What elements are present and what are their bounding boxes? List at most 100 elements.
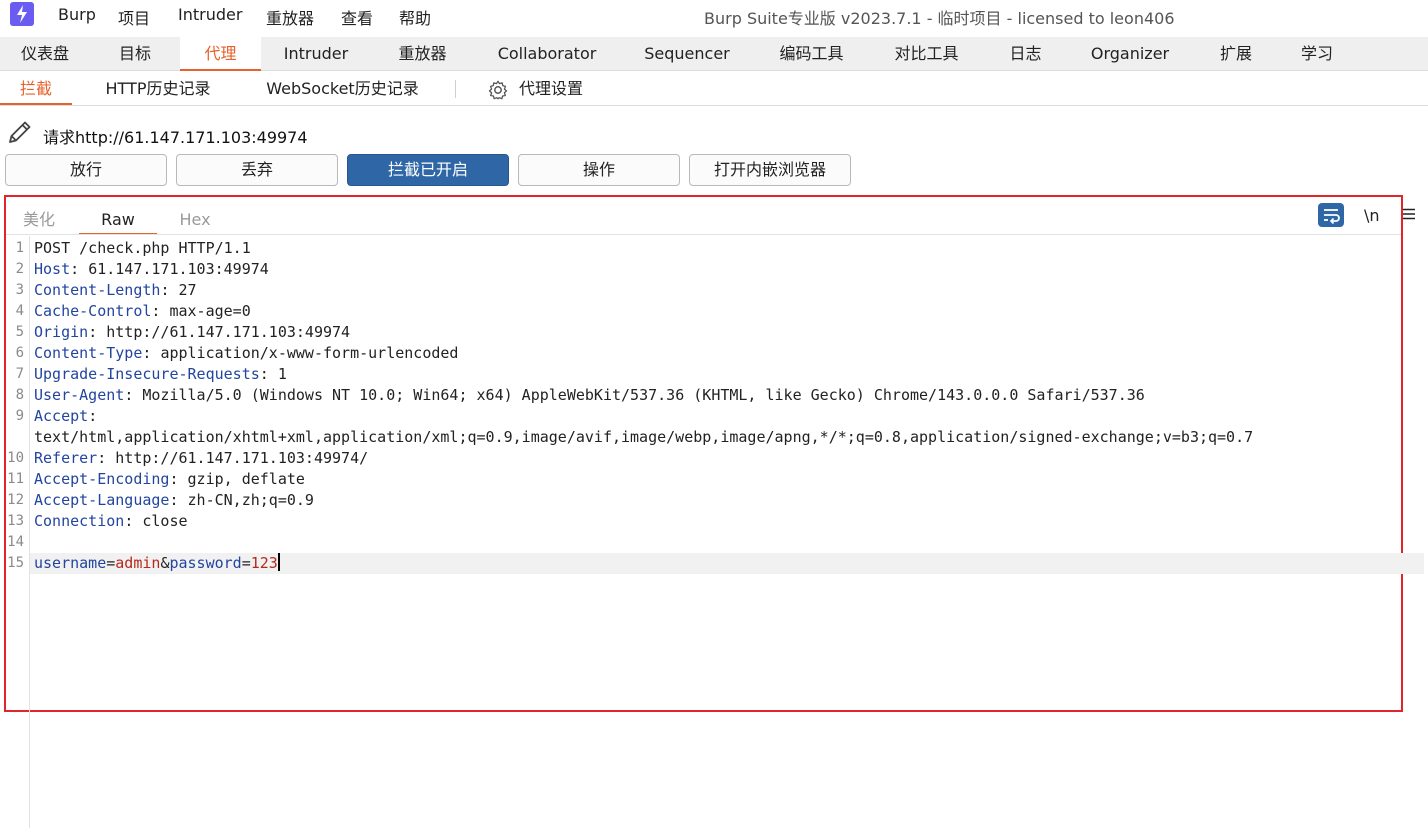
header-name: Content-Type [34, 344, 143, 362]
tab-collaborator[interactable]: Collaborator [474, 37, 620, 71]
tab-comparer[interactable]: 对比工具 [869, 37, 984, 71]
header-line: Cache-Control: max-age=0 [34, 302, 251, 320]
header-line: User-Agent: Mozilla/5.0 (Windows NT 10.0… [34, 386, 1145, 404]
tab-learn[interactable]: 学习 [1279, 37, 1355, 71]
tab-raw[interactable]: Raw [79, 209, 157, 235]
burp-logo-icon [10, 2, 34, 26]
subtab-intercept[interactable]: 拦截 [0, 72, 72, 105]
header-name: Content-Length [34, 281, 161, 299]
line-number: 13 [7, 513, 24, 529]
hamburger-menu-icon[interactable] [1402, 207, 1416, 221]
tab-hex[interactable]: Hex [176, 209, 214, 235]
header-value: close [142, 512, 188, 530]
line-number: 6 [15, 345, 24, 361]
line-number: 11 [7, 471, 24, 487]
header-name: Connection [34, 512, 125, 530]
param-name: username [34, 554, 107, 572]
header-line: Content-Type: application/x-www-form-url… [34, 344, 459, 362]
header-value: http://61.147.171.103:49974/ [115, 449, 369, 467]
tab-organizer[interactable]: Organizer [1067, 37, 1193, 71]
header-line: Referer: http://61.147.171.103:49974/ [34, 449, 369, 467]
tab-logger[interactable]: 日志 [984, 37, 1067, 71]
subtab-websocket-history[interactable]: WebSocket历史记录 [250, 72, 435, 105]
body-line: username=admin&password=123 [34, 553, 280, 572]
divider [6, 234, 1401, 235]
header-name: Accept-Language [34, 491, 170, 509]
header-name: Host [34, 260, 71, 278]
header-value: 1 [277, 365, 287, 383]
line-number: 3 [15, 282, 24, 298]
tab-dashboard[interactable]: 仪表盘 [0, 37, 90, 71]
subtab-http-history[interactable]: HTTP历史记录 [92, 72, 224, 105]
proxy-settings-link[interactable]: 代理设置 [516, 72, 586, 105]
param-name: password [169, 554, 242, 572]
header-value: gzip, deflate [187, 470, 305, 488]
header-continuation: text/html,application/xhtml+xml,applicat… [34, 428, 1254, 446]
header-line: Accept: [34, 407, 98, 425]
tab-decoder[interactable]: 编码工具 [754, 37, 869, 71]
header-value: 27 [178, 281, 197, 299]
header-value: Mozilla/5.0 (Windows NT 10.0; Win64; x64… [142, 386, 1145, 404]
line-number: 7 [15, 366, 24, 382]
gear-icon[interactable] [487, 79, 509, 101]
tab-proxy[interactable]: 代理 [180, 37, 261, 71]
window-title: Burp Suite专业版 v2023.7.1 - 临时项目 - license… [704, 9, 1175, 28]
divider [455, 80, 456, 98]
header-line: Accept-Language: zh-CN,zh;q=0.9 [34, 491, 314, 509]
action-button[interactable]: 操作 [518, 154, 680, 186]
header-value: 61.147.171.103:49974 [88, 260, 269, 278]
request-target-label: 请求http://61.147.171.103:49974 [43, 128, 308, 147]
line-number: 10 [7, 450, 24, 466]
line-number: 4 [15, 303, 24, 319]
line-number: 1 [15, 240, 24, 256]
gutter-divider [29, 236, 30, 828]
tab-pretty[interactable]: 美化 [20, 209, 58, 235]
show-newlines-toggle[interactable]: \n [1364, 206, 1380, 225]
pencil-icon [9, 121, 31, 143]
tab-intruder[interactable]: Intruder [261, 37, 371, 71]
proxy-sub-tab-bar: 拦截 HTTP历史记录 WebSocket历史记录 代理设置 [0, 72, 1428, 106]
forward-button[interactable]: 放行 [5, 154, 167, 186]
line-number: 14 [7, 534, 24, 550]
param-value: admin [115, 554, 161, 572]
header-name: Cache-Control [34, 302, 152, 320]
header-name: Origin [34, 323, 89, 341]
header-line: Connection: close [34, 512, 188, 530]
request-line: POST /check.php HTTP/1.1 [34, 239, 251, 257]
header-value: zh-CN,zh;q=0.9 [187, 491, 314, 509]
line-number: 8 [15, 387, 24, 403]
menu-item-help[interactable]: 帮助 [399, 5, 431, 29]
header-name: Accept [34, 407, 89, 425]
tab-extensions[interactable]: 扩展 [1193, 37, 1279, 71]
header-line: Upgrade-Insecure-Requests: 1 [34, 365, 287, 383]
tab-repeater[interactable]: 重放器 [371, 37, 474, 71]
text-caret [277, 553, 280, 571]
menu-item-project[interactable]: 项目 [118, 5, 150, 29]
line-number: 5 [15, 324, 24, 340]
header-value: application/x-www-form-urlencoded [160, 344, 459, 362]
header-value: http://61.147.171.103:49974 [106, 323, 351, 341]
open-browser-button[interactable]: 打开内嵌浏览器 [689, 154, 851, 186]
menu-item-view[interactable]: 查看 [341, 5, 373, 29]
tab-target[interactable]: 目标 [90, 37, 180, 71]
word-wrap-icon[interactable] [1318, 203, 1344, 227]
menu-item-burp[interactable]: Burp [58, 5, 96, 24]
header-name: User-Agent [34, 386, 125, 404]
header-name: Accept-Encoding [34, 470, 170, 488]
header-value: max-age=0 [169, 302, 251, 320]
header-line: Accept-Encoding: gzip, deflate [34, 470, 305, 488]
menu-item-intruder[interactable]: Intruder [178, 5, 242, 24]
menu-item-repeater[interactable]: 重放器 [266, 5, 314, 29]
intercept-toggle-button[interactable]: 拦截已开启 [347, 154, 509, 186]
line-number: 12 [7, 492, 24, 508]
main-tab-bar: 仪表盘 目标 代理 Intruder 重放器 Collaborator Sequ… [0, 37, 1428, 71]
tab-sequencer[interactable]: Sequencer [620, 37, 754, 71]
line-number: 15 [7, 555, 24, 571]
header-name: Referer [34, 449, 98, 467]
drop-button[interactable]: 丢弃 [176, 154, 338, 186]
line-number: 2 [15, 261, 24, 277]
header-name: Upgrade-Insecure-Requests [34, 365, 260, 383]
menu-bar: Burp 项目 Intruder 重放器 查看 帮助 Burp Suite专业版… [0, 0, 1428, 34]
header-line: Host: 61.147.171.103:49974 [34, 260, 269, 278]
header-line: Content-Length: 27 [34, 281, 197, 299]
